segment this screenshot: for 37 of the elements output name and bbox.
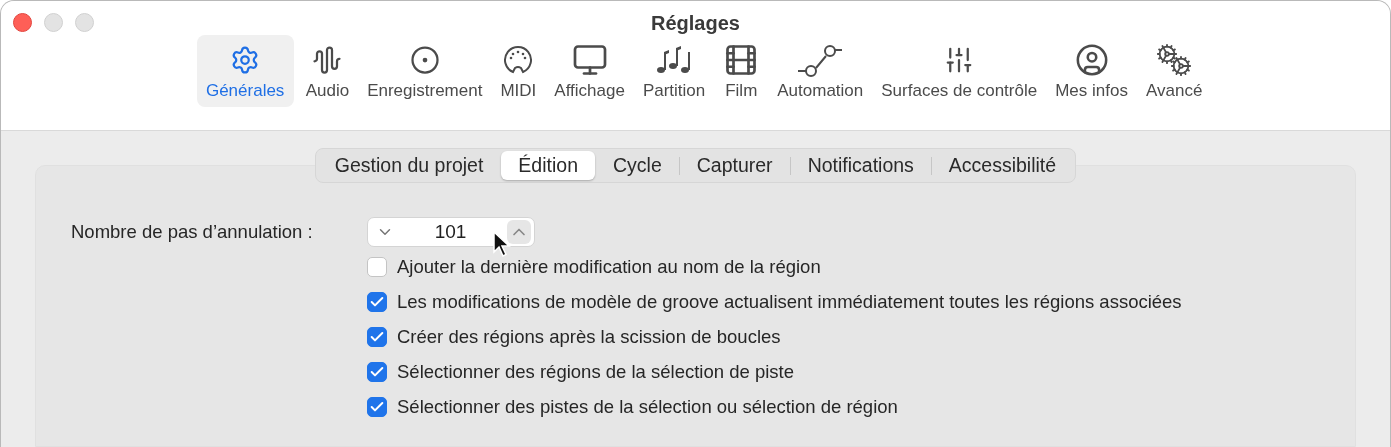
tab[interactable]: Capturer [679, 151, 790, 180]
tab[interactable]: Notifications [790, 151, 931, 180]
stepper-value: 101 [434, 220, 467, 243]
checkbox-label: Sélectionner des régions de la sélection de piste [397, 360, 794, 383]
checkbox-label: Sélectionner des pistes de la sélection ou sélection de région [397, 395, 898, 418]
checkbox[interactable] [367, 361, 387, 382]
automation-curve-icon [796, 43, 845, 77]
checkbox[interactable] [367, 291, 387, 312]
toolbar-tab[interactable]: Film [717, 35, 766, 107]
toolbar-tab[interactable]: Surfaces de contrôle [875, 35, 1044, 107]
toolbar-tab[interactable]: Audio [299, 35, 356, 107]
toolbar-tab[interactable]: MIDI [494, 35, 543, 107]
toolbar-tab[interactable]: Générales [196, 35, 294, 107]
toolbar-tab[interactable]: Mes infos [1049, 35, 1134, 107]
toolbar-tab[interactable]: Affichage [548, 35, 631, 107]
field-label: Nombre de pas d’annulation : [71, 220, 314, 243]
checkbox[interactable] [367, 396, 387, 417]
tab[interactable]: Accessibilité [931, 151, 1074, 180]
tab[interactable]: Cycle [596, 151, 679, 180]
toolbar-tab[interactable]: Avancé [1139, 35, 1209, 107]
midi-port-icon [502, 44, 535, 76]
window-title: Réglages [651, 12, 740, 35]
checkbox-label: Créer des régions après la scission de boucles [397, 325, 781, 348]
user-icon [1074, 43, 1109, 77]
close-button[interactable] [13, 13, 32, 32]
monitor-icon [571, 42, 608, 78]
checkbox-label: Les modifications de modèle de groove actualisent immédiatement toutes les régions associées [397, 290, 1182, 313]
checkbox-label: Ajouter la dernière modification au nom de la région [397, 255, 821, 278]
tab[interactable]: Gestion du projet [317, 151, 501, 180]
toolbar-tab[interactable]: Enregistrement [361, 35, 489, 107]
waveform-icon [312, 45, 343, 75]
toolbar-tab[interactable]: Automation [771, 35, 870, 107]
checkbox[interactable] [367, 256, 387, 277]
checkbox[interactable] [367, 326, 387, 347]
toolbar-tab[interactable]: Partition [636, 35, 712, 107]
tab[interactable]: Édition [501, 151, 595, 180]
record-icon [409, 45, 440, 75]
